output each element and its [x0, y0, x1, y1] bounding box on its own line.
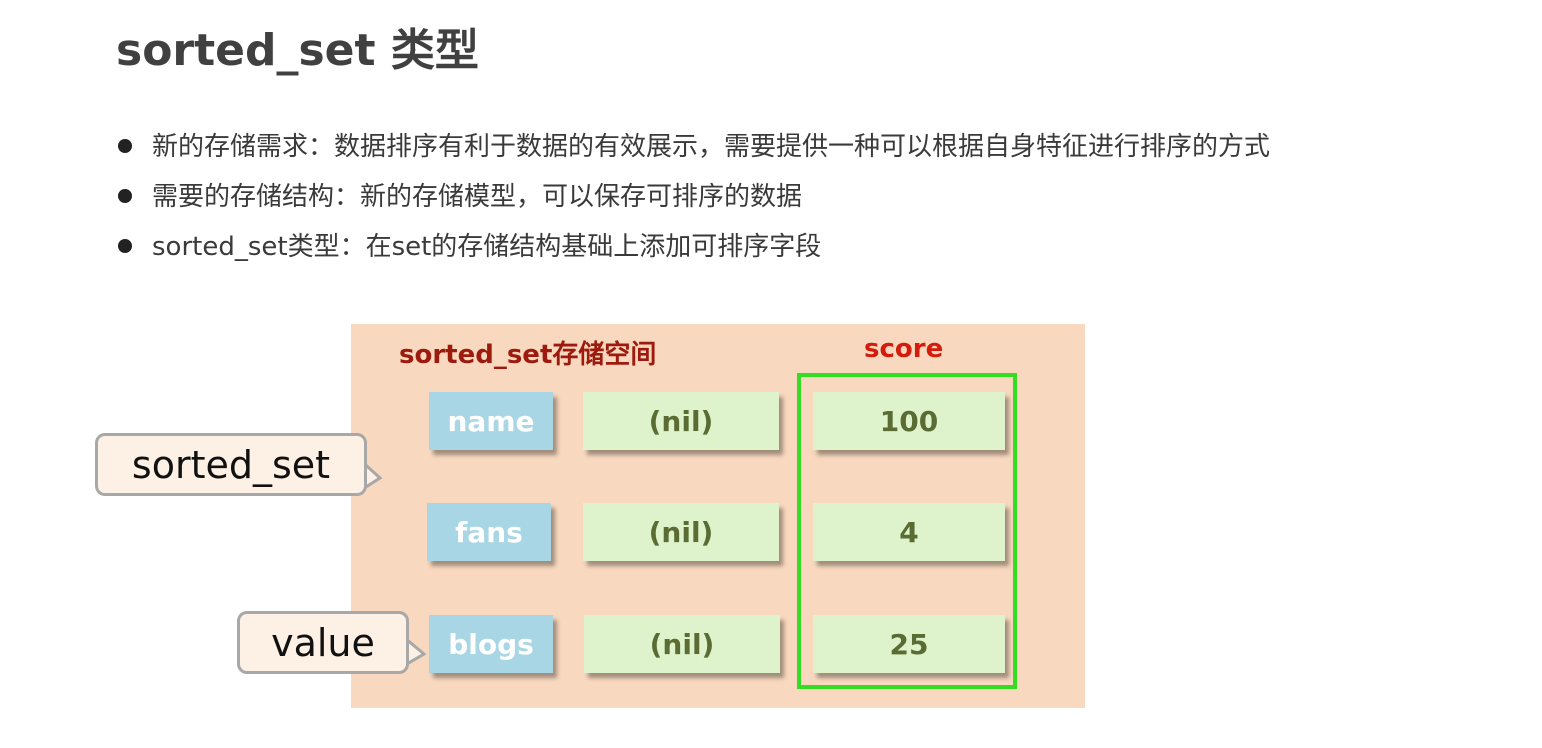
- callout-value: value: [237, 611, 409, 674]
- field-cell-name: name: [429, 392, 553, 450]
- bullet-text: 需要的存储结构：新的存储模型，可以保存可排序的数据: [152, 182, 803, 212]
- value-cell: (nil): [583, 503, 779, 561]
- field-cell-fans: fans: [427, 503, 551, 561]
- bullet-item: 新的存储需求：数据排序有利于数据的有效展示，需要提供一种可以根据自身特征进行排序…: [116, 127, 1270, 177]
- value-cell: (nil): [584, 615, 780, 673]
- storage-panel-title: sorted_set存储空间: [399, 340, 657, 370]
- page-title: sorted_set 类型: [116, 25, 479, 76]
- bullet-text: 新的存储需求：数据排序有利于数据的有效展示，需要提供一种可以根据自身特征进行排序…: [152, 132, 1271, 162]
- score-column-title: score: [864, 334, 944, 364]
- score-highlight-frame: [797, 373, 1017, 689]
- bullet-dot-icon: [118, 189, 132, 203]
- value-cell: (nil): [583, 392, 779, 450]
- callout-sorted-set: sorted_set: [95, 433, 367, 496]
- bullet-list: 新的存储需求：数据排序有利于数据的有效展示，需要提供一种可以根据自身特征进行排序…: [116, 127, 1270, 277]
- bullet-dot-icon: [118, 239, 132, 253]
- bullet-item: sorted_set类型：在set的存储结构基础上添加可排序字段: [116, 227, 1270, 277]
- field-cell-blogs: blogs: [429, 615, 553, 673]
- bullet-text: sorted_set类型：在set的存储结构基础上添加可排序字段: [152, 232, 822, 262]
- bullet-dot-icon: [118, 139, 132, 153]
- bullet-item: 需要的存储结构：新的存储模型，可以保存可排序的数据: [116, 177, 1270, 227]
